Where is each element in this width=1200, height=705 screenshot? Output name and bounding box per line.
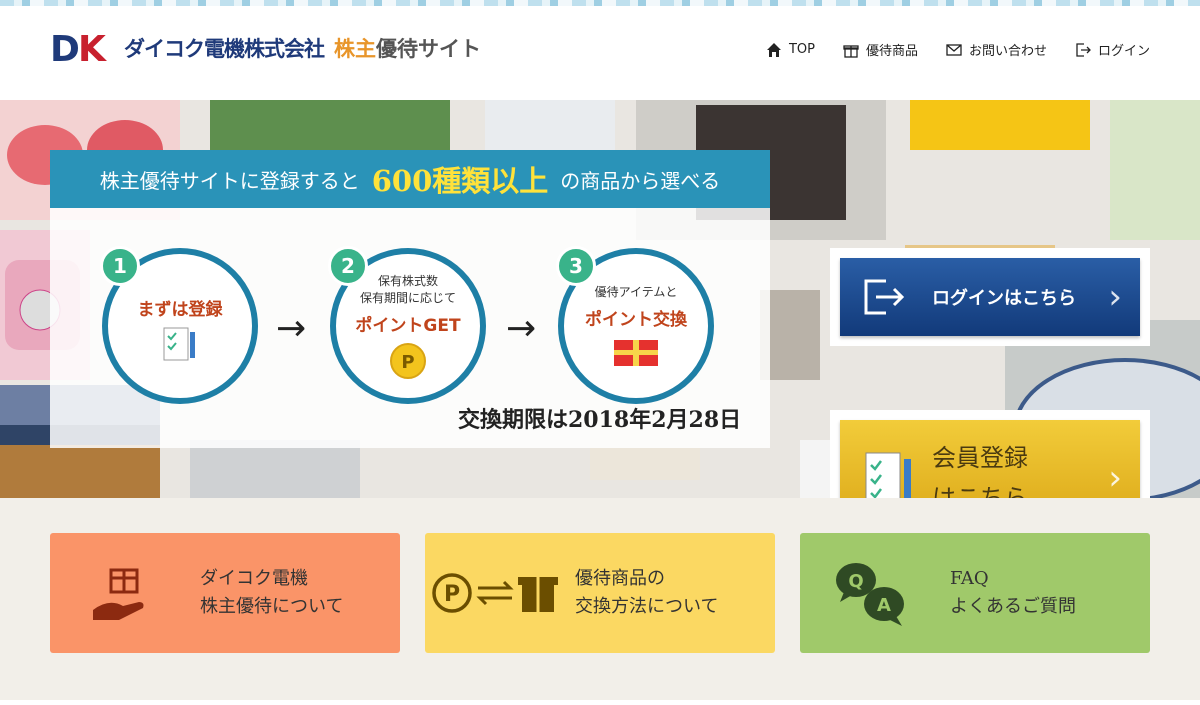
point-coin-icon: P [390,342,426,379]
register-line-2: はこちら [932,484,1028,498]
login-button[interactable]: ログインはこちら › [840,258,1140,336]
card-text: ダイコク電機 株主優待について [200,565,343,621]
hero-section: 株主優待サイトに登録すると 600種類以上 の商品から選べる 1 まずは登録 →… [0,100,1200,498]
step-number: 2 [328,246,368,286]
step-subtitle: 保有株式数 保有期間に応じて [359,273,456,305]
card-text: FAQ よくあるご質問 [950,565,1076,621]
mail-icon [946,43,962,56]
arrow-icon: → [506,308,537,349]
gift-box-icon [614,340,658,366]
checklist-icon [163,327,195,360]
step-title: まずは登録 [137,299,223,320]
svg-text:Q: Q [848,571,863,592]
nav-products[interactable]: 優待商品 [843,40,918,59]
nav-login-label: ログイン [1097,44,1150,59]
info-cards-section: ダイコク電機 株主優待について P 優待商品の 交換方法について QA FAQ … [0,498,1200,705]
card-icon: P [425,568,565,618]
step-number: 3 [556,246,596,286]
step-title: ポイントGET [355,315,461,336]
card-line-2: 交換方法について [575,596,719,617]
svg-text:K: K [78,29,107,68]
card-text: 優待商品の 交換方法について [575,565,718,621]
logo-site-name-a: 株主 [334,37,376,61]
footer-divider [0,700,1200,705]
card-icon [50,562,190,624]
chevron-right-icon: › [1108,277,1122,317]
card-icon: QA [800,558,940,628]
chevron-right-icon: › [1108,458,1122,498]
register-line-1: 会員登録 [932,444,1028,472]
nav-top-label: TOP [788,42,815,57]
card-line-2: よくあるご質問 [950,596,1076,617]
nav-login[interactable]: ログイン [1075,40,1150,59]
step-register: 1 まずは登録 [100,246,258,404]
photo-tile-kettle [190,440,360,498]
step-exchange: 3 優待アイテムと ポイント交換 [556,246,714,404]
point-exchange-gift-icon: P [432,573,558,613]
card-line-1: ダイコク電機 [200,568,308,589]
step-number: 1 [100,246,140,286]
step-earn-points: 2 保有株式数 保有期間に応じて ポイントGET P [328,246,486,404]
step-title: ポイント交換 [585,310,687,330]
nav-products-label: 優待商品 [865,44,918,59]
hero-banner: 株主優待サイトに登録すると 600種類以上 の商品から選べる [50,150,770,208]
nav-contact[interactable]: お問い合わせ [946,40,1047,59]
register-button[interactable]: 会員登録 はこちら › [840,420,1140,498]
gift-icon [843,44,859,58]
hero-banner-highlight: 600種類以上 [371,164,549,198]
register-button-label: 会員登録 はこちら [932,438,1028,498]
login-icon [864,279,905,315]
exchange-deadline: 交換期限は2018年2月28日 [458,407,742,433]
home-icon [766,42,781,57]
main-nav: TOP 優待商品 お問い合わせ ログイン [766,40,1150,59]
dk-logo-mark: D K [50,29,107,68]
card-line-1: FAQ [950,568,989,589]
photo-tile-lego [910,100,1090,150]
nav-contact-label: お問い合わせ [968,44,1047,59]
hero-banner-pre: 株主優待サイトに登録すると [99,168,360,193]
qa-bubbles-icon: QA [836,563,904,626]
svg-text:P: P [401,352,414,373]
nav-top[interactable]: TOP [766,40,815,59]
login-button-label: ログインはこちら [932,288,1076,309]
login-icon [1076,42,1091,57]
svg-text:A: A [877,595,891,616]
checklist-icon [865,452,911,498]
card-exchange-method[interactable]: P 優待商品の 交換方法について [425,533,775,653]
hero-banner-post: の商品から選べる [560,168,721,193]
site-logo[interactable]: D K ダイコク電機株式会社 株主 優待サイト [50,26,481,70]
svg-text:D: D [50,29,80,68]
photo-tile-rice [1110,100,1200,240]
card-about-benefits[interactable]: ダイコク電機 株主優待について [50,533,400,653]
card-line-1: 優待商品の [575,568,665,589]
svg-text:P: P [444,582,460,607]
arrow-icon: → [276,308,307,349]
card-faq[interactable]: QA FAQ よくあるご質問 [800,533,1150,653]
gift-in-hand-icon [93,568,144,620]
logo-site-name-b: 優待サイト [376,37,481,61]
card-line-2: 株主優待について [200,596,344,617]
logo-company-name: ダイコク電機株式会社 [124,37,325,61]
step-subtitle: 優待アイテムと [594,285,678,299]
site-header: D K ダイコク電機株式会社 株主 優待サイト TOP 優待商品 お問い合わせ … [0,6,1200,100]
